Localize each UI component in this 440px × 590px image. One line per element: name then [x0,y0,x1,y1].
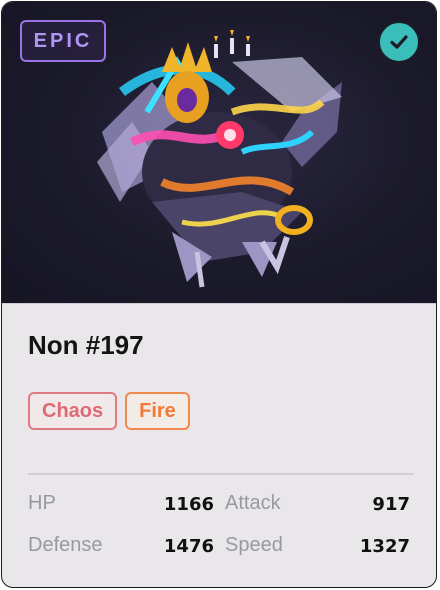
nft-card[interactable]: EPIC Non #197 Chaos Fire HP 1166 Attack … [1,1,437,588]
rarity-badge: EPIC [20,20,106,62]
stat-value-attack: 917 [372,494,410,515]
stat-value-defense: 1476 [163,536,214,557]
stat-value-hp: 1166 [163,494,214,515]
stat-label-speed: Speed [225,534,283,556]
check-circle-icon [378,21,420,63]
element-tags: Chaos Fire [28,392,190,430]
art-divider [2,303,436,304]
stat-label-attack: Attack [225,492,281,514]
creature-artwork: EPIC [2,2,436,303]
tag-fire[interactable]: Fire [125,392,190,430]
stats-divider [28,473,414,475]
card-name: Non #197 [28,330,144,360]
stat-label-defense: Defense [28,534,103,556]
stat-value-speed: 1327 [359,536,410,557]
tag-chaos[interactable]: Chaos [28,392,118,430]
stat-label-hp: HP [28,492,56,514]
